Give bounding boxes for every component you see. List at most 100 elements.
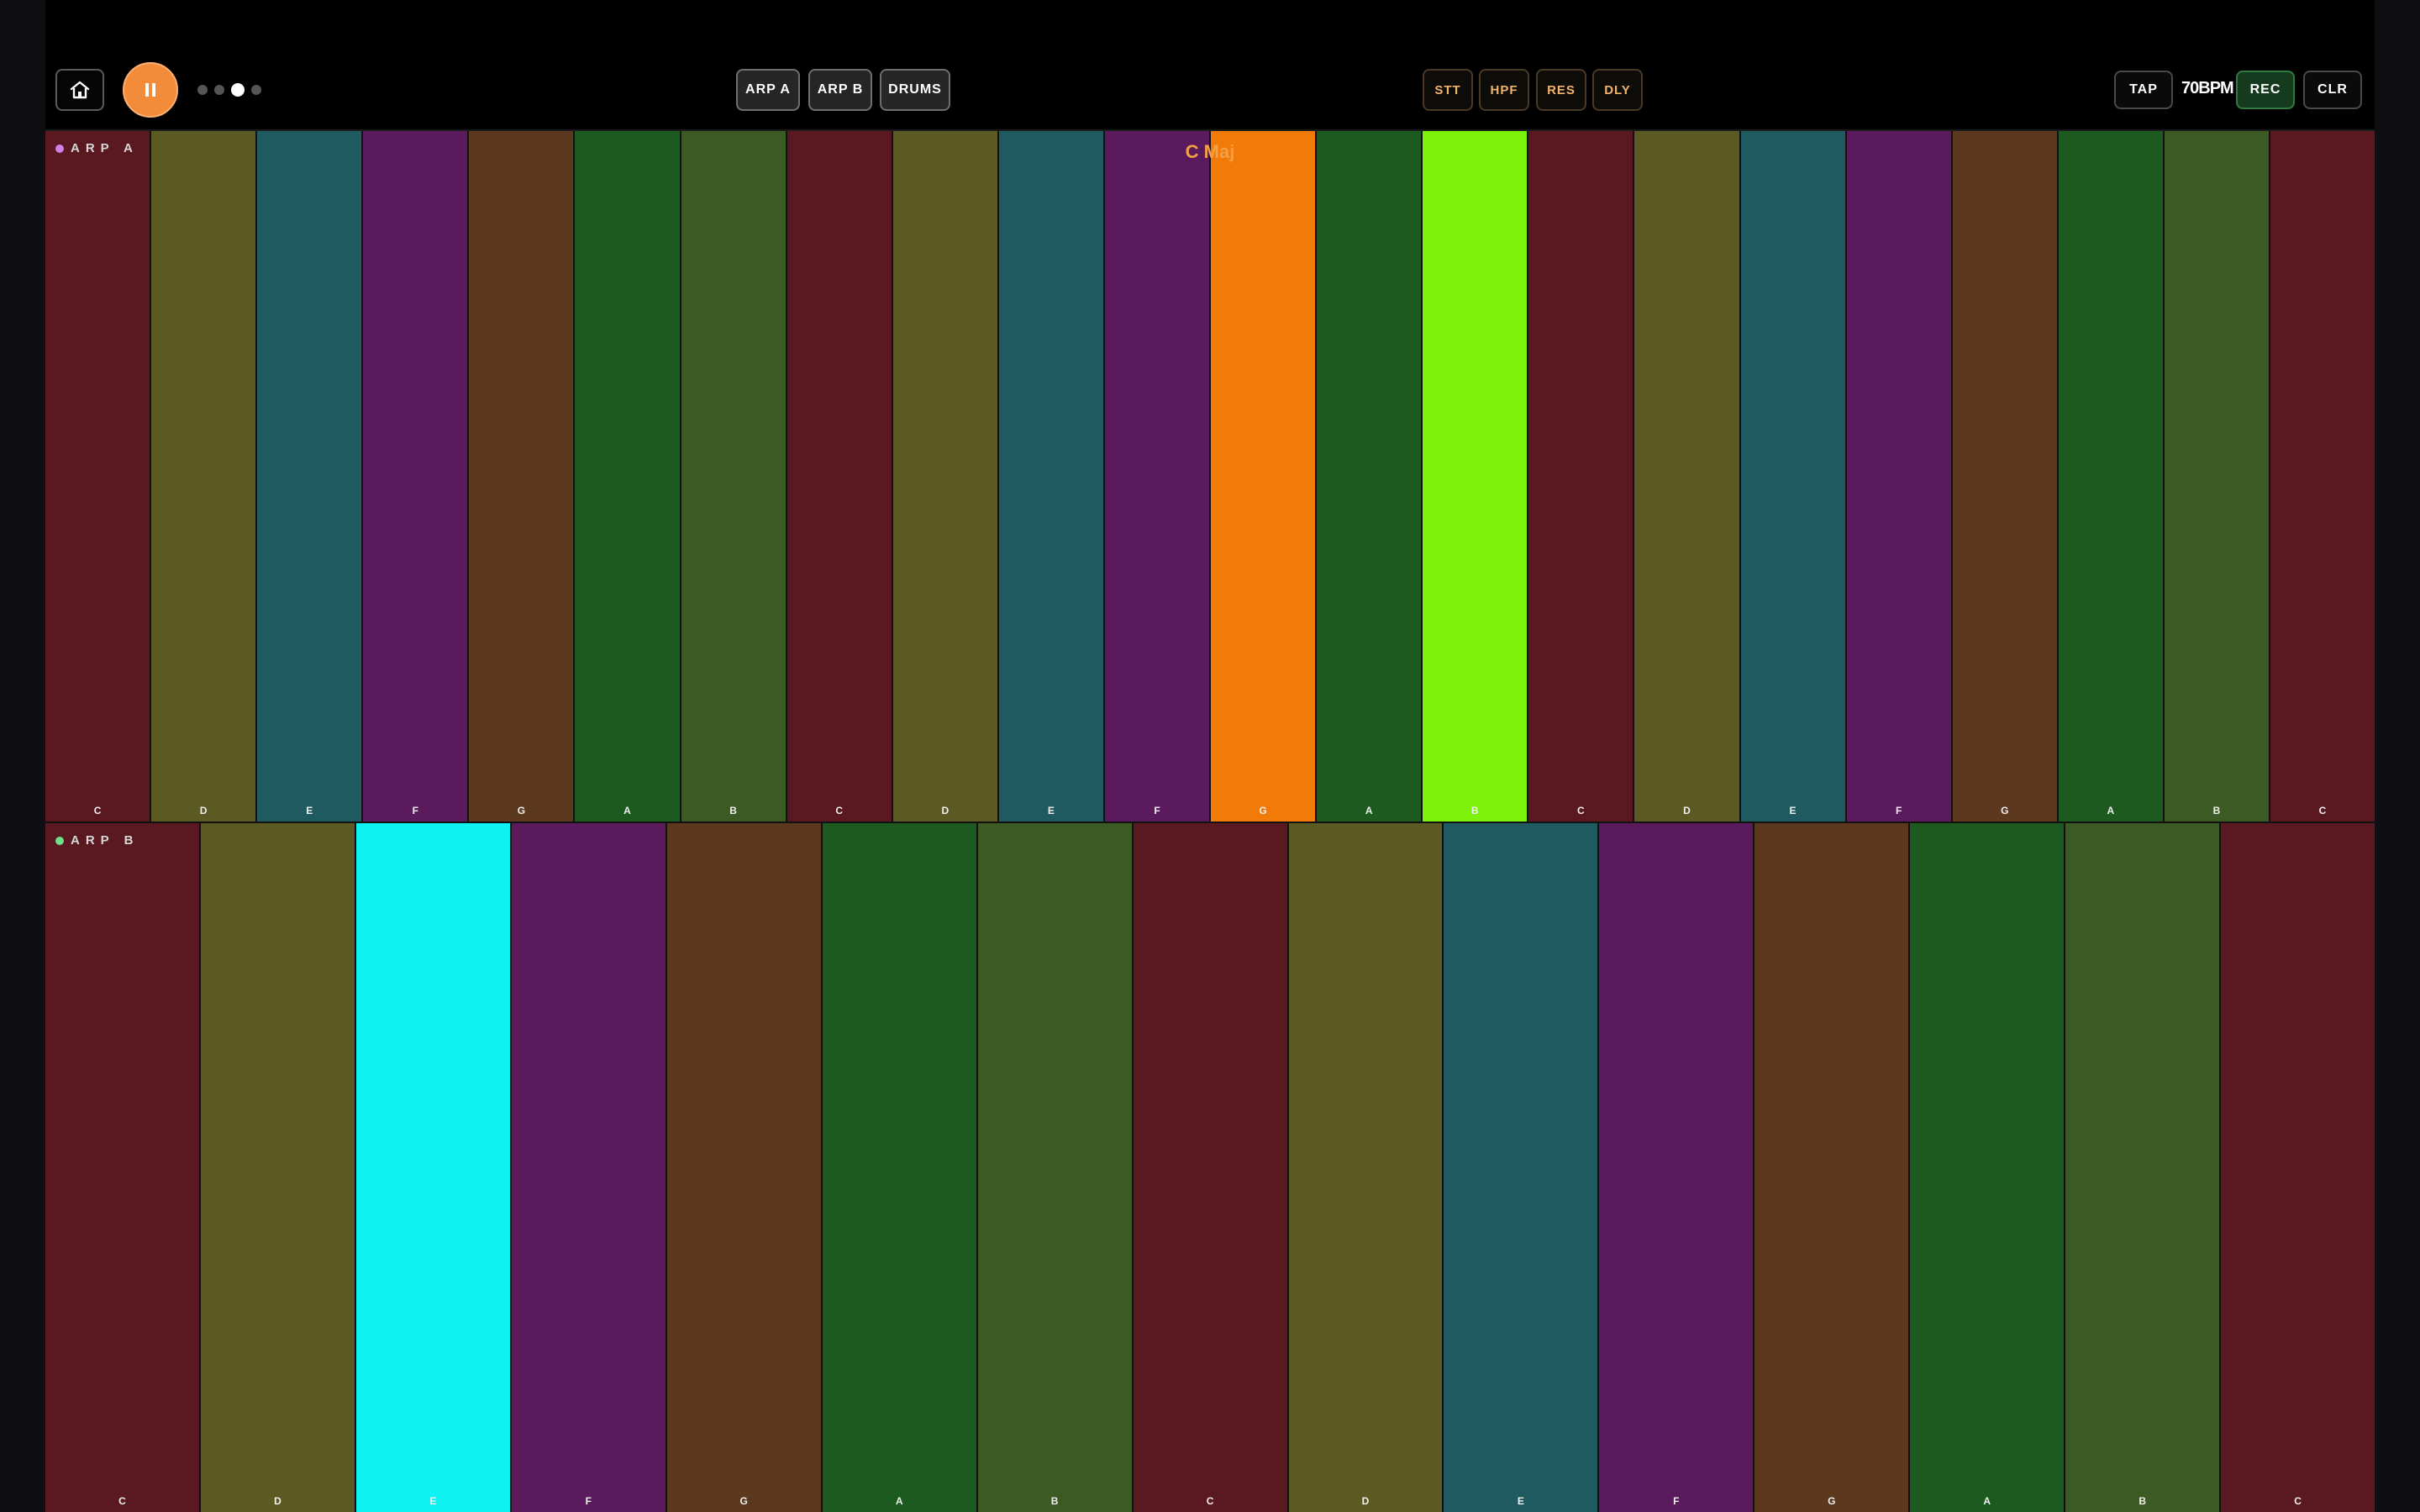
arp-app: ARP A ARP B DRUMS STT HPF RES DLY TAP 70… [45,0,2375,1512]
arp-a-key[interactable]: G [1952,131,2059,822]
key-note-label: A [1983,1495,1991,1507]
arp-b-label: ARP B [55,833,139,848]
arp-a-key[interactable]: C [786,131,893,822]
arp-a-key[interactable]: D [1634,131,1741,822]
fx-hpf-button[interactable]: HPF [1479,69,1529,111]
key-note-label: E [1517,1495,1524,1507]
top-bar: ARP A ARP B DRUMS STT HPF RES DLY TAP 70… [45,0,2375,131]
page-dot[interactable] [231,83,245,97]
key-note-label: F [412,805,418,816]
scale-label: C Maj [1185,141,1235,162]
key-note-label: A [895,1495,903,1507]
arp-b-key[interactable]: B [977,823,1134,1512]
arp-b-indicator-dot [55,836,64,845]
key-note-label: D [1361,1495,1370,1507]
arp-a-key[interactable]: C [1528,131,1635,822]
tap-tempo-button[interactable]: TAP [2114,71,2173,109]
key-note-label: C [835,805,844,816]
arp-a-key[interactable]: A [575,131,681,822]
arp-b-key[interactable]: B [2065,823,2222,1512]
page-dot[interactable] [251,85,261,95]
pause-icon [145,83,155,97]
track-arp-a-button[interactable]: ARP A [736,69,800,111]
key-note-label: G [2001,805,2009,816]
home-icon [70,81,90,99]
arp-b-key[interactable]: F [511,823,667,1512]
arp-a-key[interactable]: E [257,131,364,822]
arp-b-key[interactable]: F [1599,823,1755,1512]
arp-a-key[interactable]: D [151,131,258,822]
key-note-label: F [1895,805,1902,816]
arp-a-key[interactable]: E [1740,131,1847,822]
record-button[interactable]: REC [2236,71,2295,109]
track-arp-b-button[interactable]: ARP B [808,69,872,111]
arp-a-key[interactable]: B [2164,131,2270,822]
key-note-label: B [1050,1495,1059,1507]
arp-b-section: ARP B C D E F G A B C D E F G A B C [45,823,2375,1512]
arp-a-key[interactable]: A [1317,131,1423,822]
key-note-label: C [1206,1495,1214,1507]
arp-a-key[interactable]: C [2270,131,2375,822]
key-note-label: C [2318,805,2327,816]
arp-a-key[interactable]: F [1846,131,1953,822]
key-note-label: D [274,1495,281,1507]
arp-b-key[interactable]: C [2221,823,2375,1512]
arp-a-key[interactable]: F [1104,131,1212,822]
key-note-label: B [2139,1495,2146,1507]
bpm-readout: 70BPM [2181,79,2234,97]
home-button[interactable] [55,69,104,111]
key-note-label: C [118,1495,126,1507]
fx-dly-button[interactable]: DLY [1592,69,1643,111]
arp-b-key[interactable]: E [355,823,512,1512]
key-note-label: G [739,1495,748,1507]
fx-stt-button[interactable]: STT [1423,69,1473,111]
key-note-label: A [2107,805,2115,816]
arp-b-key[interactable]: A [1910,823,2066,1512]
arp-a-key[interactable]: E [998,131,1105,822]
page-dot[interactable] [214,85,224,95]
track-drums-button[interactable]: DRUMS [880,69,950,111]
arp-b-key[interactable]: D [1288,823,1444,1512]
arp-a-key[interactable]: G [469,131,576,822]
key-note-label: E [1047,805,1055,816]
key-note-label: D [1683,805,1691,816]
key-note-label: F [1673,1495,1680,1507]
play-pause-button[interactable] [123,62,178,118]
arp-a-section: ARP A C Maj CDEFGABCDEFGABCDEFGABC [45,131,2375,822]
key-note-label: E [306,805,313,816]
arp-b-keys: CDEFGABCDEFGABC [45,823,2375,1512]
fx-res-button[interactable]: RES [1536,69,1586,111]
key-note-label: F [585,1495,592,1507]
arp-b-key[interactable]: E [1444,823,1600,1512]
arp-b-key[interactable]: A [822,823,978,1512]
arp-b-key[interactable]: D [200,823,356,1512]
right-gutter [2375,0,2420,1512]
key-note-label: E [429,1495,437,1507]
page-indicator[interactable] [197,83,261,97]
key-note-label: C [1577,805,1585,816]
arp-a-key[interactable]: G [1211,131,1318,822]
arp-b-key[interactable]: C [1133,823,1289,1512]
arp-a-key[interactable]: A [2058,131,2165,822]
arp-b-key[interactable]: C [45,823,201,1512]
arp-a-key[interactable]: B [1423,131,1529,822]
key-note-label: F [1154,805,1160,816]
key-note-label: D [941,805,950,816]
arp-a-key[interactable]: D [892,131,999,822]
key-note-label: G [517,805,526,816]
key-note-label: G [1828,1495,1836,1507]
key-note-label: E [1789,805,1797,816]
arp-b-key[interactable]: G [1754,823,1911,1512]
page-dot[interactable] [197,85,208,95]
arp-b-label-text: ARP B [71,833,139,848]
arp-a-key[interactable]: C [45,131,152,822]
clear-button[interactable]: CLR [2303,71,2362,109]
arp-b-key[interactable]: G [666,823,823,1512]
key-note-label: D [199,805,208,816]
key-note-label: A [623,805,631,816]
arp-a-key[interactable]: F [363,131,470,822]
arp-a-key[interactable]: B [681,131,787,822]
key-note-label: G [1259,805,1267,816]
key-note-label: C [93,805,102,816]
key-note-label: B [2212,805,2221,816]
